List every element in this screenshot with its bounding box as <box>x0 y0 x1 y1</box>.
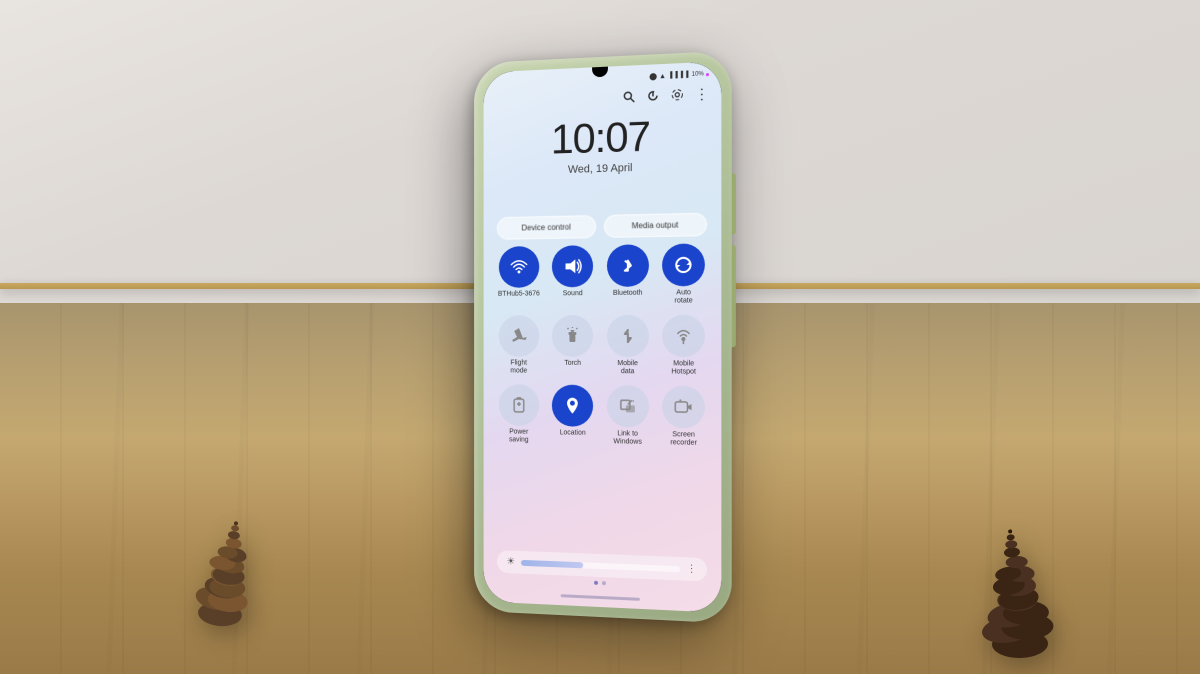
autorotate-tile-label: Autorotate <box>675 289 693 306</box>
torch-tile-icon <box>552 315 593 357</box>
quick-settings-row-1: BTHub5-3676 Sound <box>495 243 709 307</box>
phone-body: ⬤ ▲ ▐▐▐▐ 10% <box>474 51 732 624</box>
location-tile[interactable]: Location <box>548 384 597 446</box>
home-indicator[interactable] <box>561 594 640 601</box>
quick-buttons-row: Device control Media output <box>497 213 707 240</box>
sound-tile-icon <box>552 245 593 287</box>
mobiledata-tile-icon <box>607 315 649 357</box>
brightness-sun-icon: ☀ <box>506 556 515 567</box>
brightness-fill <box>521 559 584 567</box>
quick-settings-grid: BTHub5-3676 Sound <box>495 243 709 456</box>
pine-cone-right <box>940 464 1100 634</box>
power-icon[interactable] <box>646 88 660 103</box>
location-tile-icon <box>552 384 593 426</box>
brightness-menu-icon[interactable]: ⋮ <box>686 563 696 575</box>
page-dot-2 <box>602 581 606 585</box>
hotspot-tile-icon <box>662 314 705 357</box>
clock-time: 10:07 <box>484 112 722 162</box>
clock-section: 10:07 Wed, 19 April <box>484 112 722 178</box>
sound-tile-label: Sound <box>563 290 583 298</box>
torch-tile-label: Torch <box>564 360 581 368</box>
scene: ⬤ ▲ ▐▐▐▐ 10% <box>0 0 1200 674</box>
mobiledata-tile-label: Mobiledata <box>617 360 638 377</box>
bluetooth-tile-label: Bluetooth <box>613 290 643 299</box>
sound-tile[interactable]: Sound <box>548 245 597 307</box>
battery-text: 10% <box>692 71 704 78</box>
screenrecorder-tile[interactable]: Screenrecorder <box>659 385 709 448</box>
hotspot-tile[interactable]: MobileHotspot <box>659 314 709 377</box>
brightness-row: ☀ ⋮ <box>497 550 707 581</box>
linkwindows-tile[interactable]: Link toWindows <box>603 385 652 448</box>
brightness-area: ☀ ⋮ <box>497 550 707 581</box>
flightmode-tile-icon <box>499 315 539 357</box>
clock-date: Wed, 19 April <box>484 159 722 178</box>
media-output-button[interactable]: Media output <box>604 213 707 238</box>
bluetooth-status-icon: ⬤ <box>649 72 657 80</box>
hotspot-tile-label: MobileHotspot <box>671 360 696 377</box>
quick-settings-row-2: Flightmode <box>495 314 709 377</box>
powersaving-tile-label: Powersaving <box>509 428 528 445</box>
screen: ⬤ ▲ ▐▐▐▐ 10% <box>484 61 722 613</box>
linkwindows-tile-label: Link toWindows <box>613 430 641 447</box>
search-icon[interactable] <box>622 89 636 104</box>
status-icons: ⬤ ▲ ▐▐▐▐ 10% <box>649 70 709 81</box>
mobiledata-tile[interactable]: Mobiledata <box>603 315 652 377</box>
autorotate-tile[interactable]: Autorotate <box>659 243 709 306</box>
flightmode-tile-label: Flightmode <box>510 359 527 376</box>
pine-cone-left <box>160 474 280 614</box>
wifi-tile[interactable]: BTHub5-3676 <box>495 246 543 307</box>
page-dots <box>594 581 606 586</box>
bluetooth-tile[interactable]: Bluetooth <box>603 244 652 307</box>
brightness-bar[interactable] <box>521 559 680 571</box>
wifi-status-icon: ▲ <box>659 72 666 79</box>
quick-settings-row-3: Powersaving Location <box>495 384 709 449</box>
wifi-tile-label: BTHub5-3676 <box>498 290 540 299</box>
autorotate-tile-icon <box>662 243 705 286</box>
phone: ⬤ ▲ ▐▐▐▐ 10% <box>474 51 732 624</box>
signal-icon: ▐▐▐▐ <box>668 72 689 79</box>
screenrecorder-tile-label: Screenrecorder <box>670 431 697 448</box>
powersaving-tile-icon <box>499 384 539 426</box>
screenrecorder-tile-icon <box>662 385 705 428</box>
screen-outer: ⬤ ▲ ▐▐▐▐ 10% <box>484 61 722 613</box>
wifi-tile-icon <box>499 246 539 288</box>
flightmode-tile[interactable]: Flightmode <box>495 315 543 376</box>
more-options-icon[interactable]: ⋮ <box>695 86 709 101</box>
bluetooth-tile-icon <box>607 244 649 287</box>
battery-dot <box>706 73 709 76</box>
powersaving-tile[interactable]: Powersaving <box>495 384 543 446</box>
page-dot-1 <box>594 581 598 585</box>
torch-tile[interactable]: Torch <box>548 315 597 377</box>
settings-icon[interactable] <box>670 87 684 102</box>
device-control-button[interactable]: Device control <box>497 215 596 240</box>
linkwindows-tile-icon <box>607 385 649 428</box>
location-tile-label: Location <box>560 429 586 438</box>
